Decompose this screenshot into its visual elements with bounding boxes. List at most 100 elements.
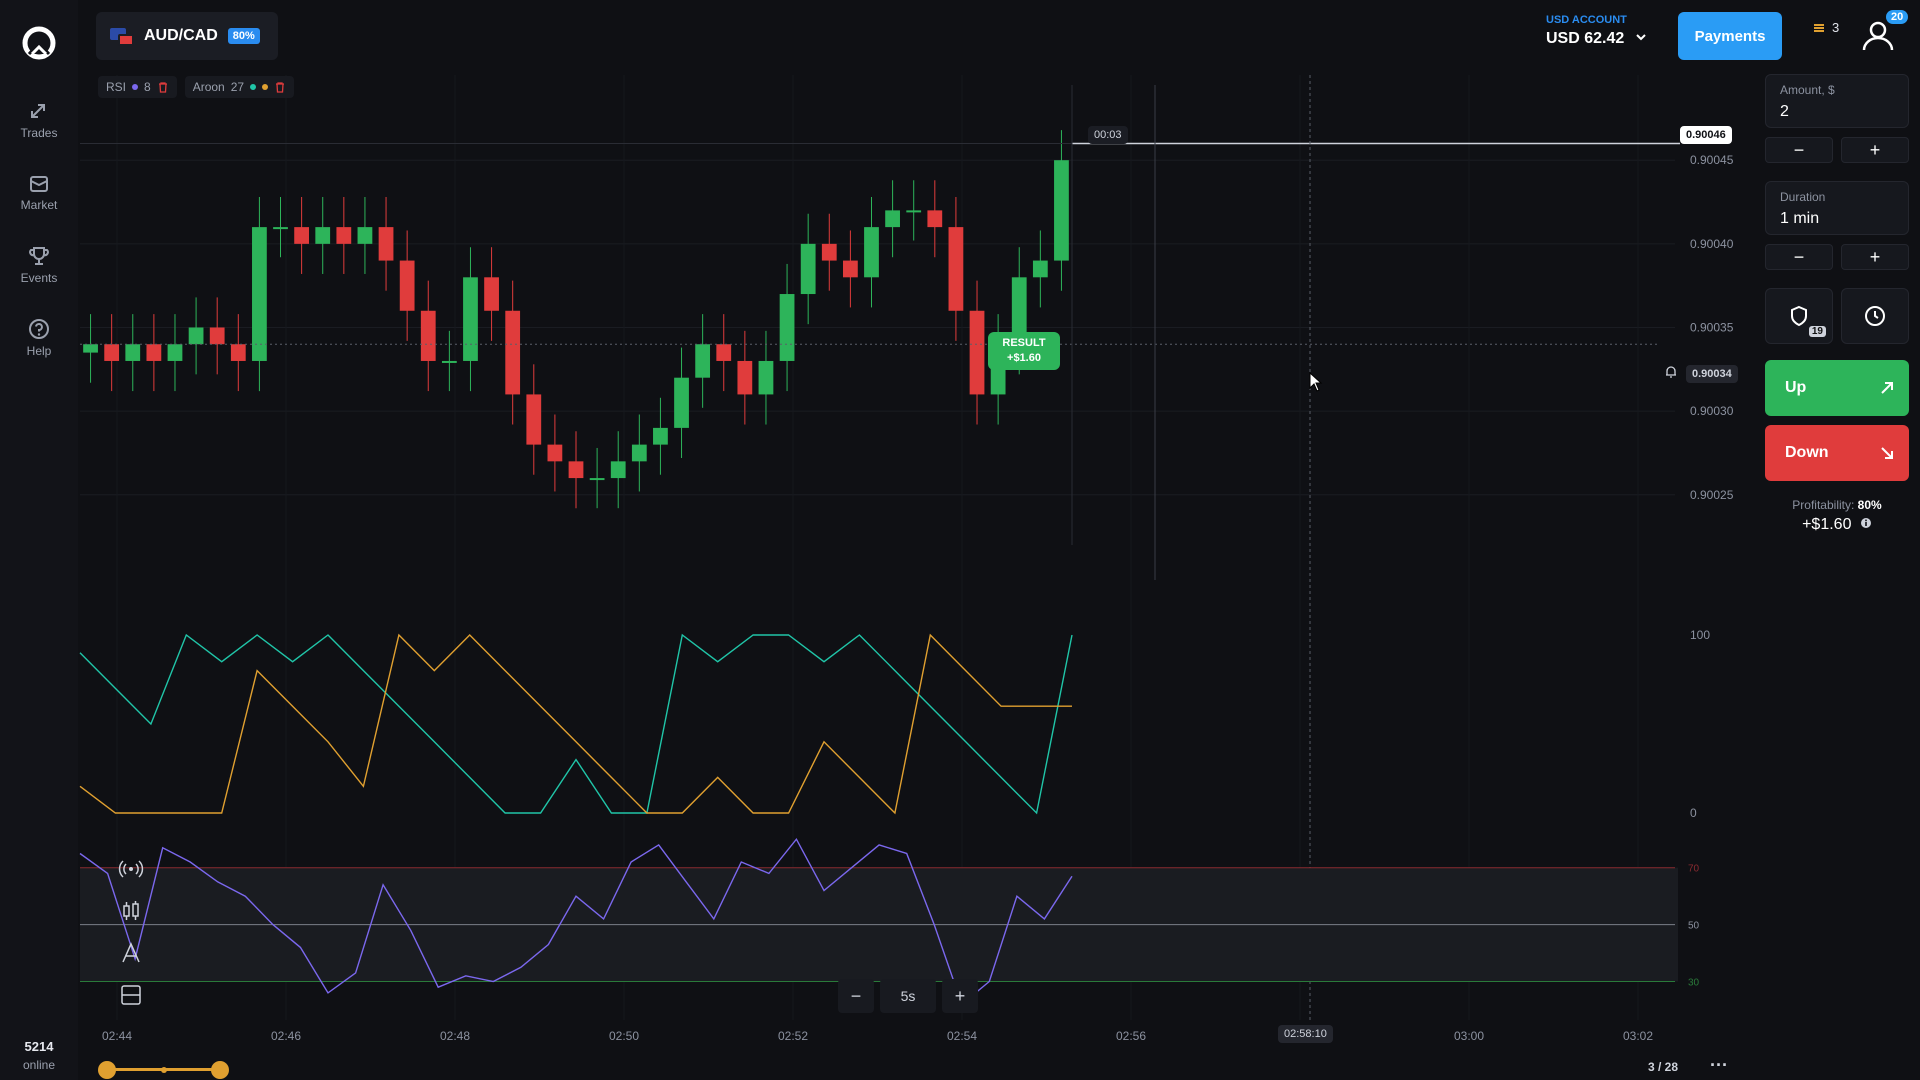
candle-body	[653, 427, 668, 445]
sidebar-item-market[interactable]: Market	[0, 172, 78, 212]
shield-badge: 19	[1808, 326, 1826, 337]
amount-label: Amount, $	[1780, 83, 1835, 97]
result-label: RESULT	[1002, 337, 1046, 349]
up-button[interactable]: Up	[1765, 360, 1909, 416]
candle-body	[209, 327, 225, 345]
aroon-axis-label: 0	[1690, 806, 1697, 820]
candle-body	[1054, 160, 1069, 261]
candle-body	[631, 444, 647, 462]
aroon-down-dot	[262, 84, 269, 90]
expiry-timer: 00:03	[1088, 126, 1128, 144]
price-axis-label: 0.90040	[1690, 237, 1734, 251]
zoom-in-button[interactable]: +	[942, 979, 978, 1013]
delete-rsi-icon[interactable]	[157, 81, 169, 93]
duration-minus-button[interactable]: −	[1765, 244, 1833, 270]
amount-field[interactable]: Amount, $ 2	[1765, 74, 1909, 128]
rsi-chip[interactable]: RSI 8	[98, 76, 177, 98]
candle-body	[695, 344, 711, 378]
bell-icon[interactable]	[1664, 365, 1678, 379]
time-axis-label: 03:00	[1454, 1029, 1484, 1043]
candle-body	[758, 360, 774, 395]
candle-body	[568, 461, 584, 479]
duration-value: 1 min	[1780, 210, 1820, 227]
sidebar-item-events[interactable]: Events	[0, 245, 78, 285]
level-progress-bar[interactable]	[96, 1060, 236, 1080]
candle-body	[906, 210, 922, 213]
timeframe-selector[interactable]: 5s	[880, 979, 936, 1013]
coins-counter[interactable]: 3	[1812, 20, 1839, 35]
coins-count: 3	[1832, 20, 1840, 35]
indicators-icon[interactable]	[118, 940, 144, 966]
candle-body	[674, 377, 689, 428]
insurance-button[interactable]: 19	[1765, 288, 1833, 344]
sidebar-item-label: Events	[20, 271, 58, 285]
sidebar-item-help[interactable]: Help	[0, 318, 78, 358]
down-button[interactable]: Down	[1765, 425, 1909, 481]
candle-body	[842, 260, 858, 278]
help-icon	[29, 319, 49, 339]
candle-body	[547, 444, 563, 462]
down-label: Down	[1785, 444, 1829, 461]
candle-body	[737, 360, 753, 395]
price-axis-label: 0.90045	[1690, 153, 1734, 167]
candle-body	[505, 310, 521, 395]
duration-plus-button[interactable]: +	[1841, 244, 1909, 270]
candle-body	[779, 294, 795, 361]
aroon-label: Aroon	[192, 80, 225, 94]
info-icon[interactable]	[1860, 517, 1872, 529]
payments-button[interactable]: Payments	[1678, 12, 1782, 60]
candle-body	[399, 260, 415, 311]
candle-body	[294, 227, 310, 244]
aroon-period: 27	[230, 80, 245, 94]
duration-field[interactable]: Duration 1 min	[1765, 181, 1909, 235]
indicator-chips: RSI 8 Aroon 27	[98, 76, 295, 98]
candle-body	[948, 227, 964, 311]
candle-body	[357, 227, 373, 244]
timeframe-controls: − 5s +	[838, 978, 978, 1014]
candle-body	[378, 227, 394, 261]
payout-badge: 80%	[227, 28, 260, 44]
account-selector[interactable]: USD ACCOUNT USD 62.42	[1546, 14, 1647, 48]
more-options-icon[interactable]: ···	[1710, 1055, 1728, 1076]
rsi-color-dot	[132, 84, 139, 90]
amount-plus-button[interactable]: +	[1841, 137, 1909, 163]
market-icon	[30, 176, 48, 192]
candle-body	[484, 277, 499, 311]
rsi-axis-label: 30	[1688, 978, 1700, 989]
signals-icon[interactable]	[118, 856, 144, 882]
time-axis-label: 03:02	[1623, 1029, 1653, 1043]
online-counter: 5214 online	[0, 1039, 78, 1072]
chevron-down-icon	[1636, 34, 1646, 41]
rsi-label: RSI	[106, 80, 127, 94]
profit-amount: +$1.60	[1765, 516, 1909, 534]
candle-body	[1032, 260, 1048, 278]
aroon-chip[interactable]: Aroon 27	[184, 76, 295, 98]
candle-body	[315, 227, 331, 244]
rsi-band	[80, 867, 1678, 982]
zoom-out-button[interactable]: −	[838, 979, 874, 1013]
sidebar-item-trades[interactable]: Trades	[0, 100, 78, 140]
brand-logo-icon[interactable]	[20, 24, 58, 62]
trophy-icon	[29, 247, 49, 265]
candle-body	[589, 478, 605, 481]
layout-icon[interactable]	[118, 982, 144, 1008]
chart-type-icon[interactable]	[118, 898, 144, 924]
currency-flags-icon	[110, 26, 134, 46]
price-axis-label: 0.90035	[1690, 321, 1734, 335]
delete-aroon-icon[interactable]	[274, 81, 286, 93]
candle-body	[821, 243, 837, 261]
profitability-value: 80%	[1857, 498, 1882, 512]
aroon-axis-label: 100	[1690, 628, 1710, 642]
amount-minus-button[interactable]: −	[1765, 137, 1833, 163]
candle-body	[927, 210, 943, 228]
time-axis-label: 02:48	[440, 1029, 470, 1043]
shield-icon	[1791, 305, 1807, 327]
timer-mode-button[interactable]	[1841, 288, 1909, 344]
candle-body	[83, 344, 98, 353]
candle-body	[885, 210, 900, 228]
asset-selector[interactable]: AUD/CAD 80%	[96, 12, 278, 60]
trade-result-badge: RESULT +$1.60	[988, 332, 1060, 370]
trades-icon	[31, 104, 45, 118]
marker-price-tag: 0.90034	[1686, 365, 1738, 383]
aroon-line	[79, 633, 1072, 815]
